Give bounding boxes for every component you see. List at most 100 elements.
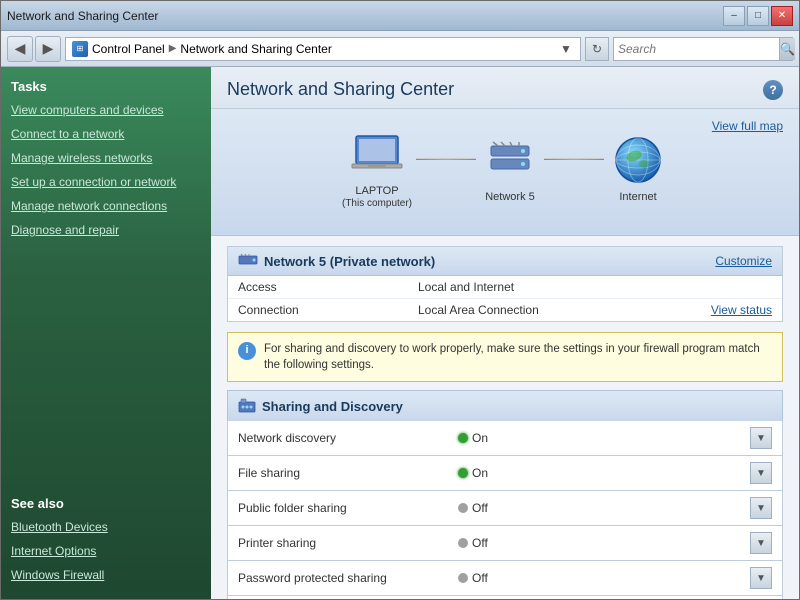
help-button[interactable]: ? <box>763 80 783 100</box>
content-header: Network and Sharing Center ? <box>211 67 799 109</box>
sidebar-link-diagnose[interactable]: Diagnose and repair <box>1 218 211 242</box>
sharing-row: File sharing On ▼ <box>227 456 783 491</box>
nav-buttons: ◀ ▶ <box>7 36 61 62</box>
info-text: For sharing and discovery to work proper… <box>264 341 772 373</box>
connector-1 <box>416 158 476 160</box>
sharing-status-text: On <box>472 431 488 445</box>
network-connection-row: Connection Local Area Connection View st… <box>228 299 782 321</box>
sharing-title: Sharing and Discovery <box>262 399 403 414</box>
sidebar-link-wireless[interactable]: Manage wireless networks <box>1 146 211 170</box>
sharing-expand-button[interactable]: ▼ <box>750 567 772 589</box>
sharing-status-text: Off <box>472 571 488 585</box>
sharing-row: Media sharing Off ▼ <box>227 596 783 599</box>
content-area: Network and Sharing Center ? View full m… <box>211 67 799 599</box>
sharing-expand-button[interactable]: ▼ <box>750 532 772 554</box>
sharing-row: Network discovery On ▼ <box>227 421 783 456</box>
path-current: Network and Sharing Center <box>180 42 331 56</box>
connector-2 <box>544 158 604 160</box>
sharing-rows: Network discovery On ▼ File sharing On ▼… <box>227 421 783 599</box>
sharing-row-label: File sharing <box>238 466 458 480</box>
connector-line-1 <box>416 158 476 160</box>
network-panel: Network 5 (Private network) Customize Ac… <box>227 246 783 322</box>
sidebar-link-internet-options[interactable]: Internet Options <box>1 539 211 563</box>
laptop-svg <box>350 132 404 176</box>
title-bar-left: Network and Sharing Center <box>7 9 158 23</box>
sharing-row-status: Off <box>458 571 750 585</box>
laptop-node: LAPTOP(This computer) <box>342 129 412 209</box>
laptop-icon <box>347 129 407 179</box>
sidebar-link-setup[interactable]: Set up a connection or network <box>1 170 211 194</box>
network-panel-header: Network 5 (Private network) Customize <box>228 247 782 276</box>
sidebar-link-connect[interactable]: Connect to a network <box>1 122 211 146</box>
close-button[interactable]: ✕ <box>771 6 793 26</box>
sharing-row-label: Public folder sharing <box>238 501 458 515</box>
sharing-row-status: Off <box>458 536 750 550</box>
sharing-row: Password protected sharing Off ▼ <box>227 561 783 596</box>
maximize-button[interactable]: □ <box>747 6 769 26</box>
connector-line-2 <box>544 158 604 160</box>
main-window: Network and Sharing Center – □ ✕ ◀ ▶ ⊞ C… <box>0 0 800 600</box>
hub-svg <box>483 138 537 182</box>
page-title: Network and Sharing Center <box>227 79 454 100</box>
status-dot <box>458 573 468 583</box>
network-panel-icon <box>238 253 258 269</box>
globe-svg <box>614 136 662 184</box>
sidebar: Tasks View computers and devices Connect… <box>1 67 211 599</box>
path-dropdown-icon[interactable]: ▼ <box>558 38 574 60</box>
status-dot <box>458 503 468 513</box>
connection-label: Connection <box>238 303 418 317</box>
sharing-expand-button[interactable]: ▼ <box>750 427 772 449</box>
sidebar-link-firewall[interactable]: Windows Firewall <box>1 563 211 587</box>
sharing-row-status: On <box>458 466 750 480</box>
sharing-status-text: Off <box>472 536 488 550</box>
sharing-row-status: Off <box>458 501 750 515</box>
back-button[interactable]: ◀ <box>7 36 33 62</box>
path-root: Control Panel <box>92 42 165 56</box>
forward-button[interactable]: ▶ <box>35 36 61 62</box>
content-body: View full map <box>211 109 799 599</box>
status-dot <box>458 538 468 548</box>
customize-link[interactable]: Customize <box>715 254 772 268</box>
window-title: Network and Sharing Center <box>7 9 158 23</box>
search-input[interactable] <box>614 42 779 56</box>
laptop-label: LAPTOP(This computer) <box>342 185 412 209</box>
sharing-row-status: On <box>458 431 750 445</box>
path-separator1: ▶ <box>169 43 177 54</box>
see-also-title: See also <box>1 484 211 515</box>
globe-icon <box>608 135 668 185</box>
address-path[interactable]: ⊞ Control Panel ▶ Network and Sharing Ce… <box>65 37 581 61</box>
status-dot <box>458 468 468 478</box>
sharing-row: Printer sharing Off ▼ <box>227 526 783 561</box>
search-button[interactable]: 🔍 <box>779 38 795 60</box>
network-diagram: LAPTOP(This computer) <box>227 119 783 219</box>
sidebar-link-manage[interactable]: Manage network connections <box>1 194 211 218</box>
sidebar-spacer <box>1 242 211 484</box>
sharing-status-text: On <box>472 466 488 480</box>
tasks-title: Tasks <box>1 67 211 98</box>
access-value: Local and Internet <box>418 280 772 294</box>
access-label: Access <box>238 280 418 294</box>
sharing-expand-button[interactable]: ▼ <box>750 462 772 484</box>
view-status-link[interactable]: View status <box>711 303 772 317</box>
connection-value: Local Area Connection <box>418 303 711 317</box>
sharing-row-label: Printer sharing <box>238 536 458 550</box>
main-content: Tasks View computers and devices Connect… <box>1 67 799 599</box>
network-panel-name: Network 5 (Private network) <box>264 254 435 269</box>
sharing-expand-button[interactable]: ▼ <box>750 497 772 519</box>
sidebar-link-bluetooth[interactable]: Bluetooth Devices <box>1 515 211 539</box>
internet-node: Internet <box>608 135 668 203</box>
sharing-row: Public folder sharing Off ▼ <box>227 491 783 526</box>
search-box: 🔍 <box>613 37 793 61</box>
title-bar: Network and Sharing Center – □ ✕ <box>1 1 799 31</box>
view-full-map-link[interactable]: View full map <box>712 119 783 133</box>
sidebar-link-view-computers[interactable]: View computers and devices <box>1 98 211 122</box>
minimize-button[interactable]: – <box>723 6 745 26</box>
sharing-row-label: Network discovery <box>238 431 458 445</box>
address-bar: ◀ ▶ ⊞ Control Panel ▶ Network and Sharin… <box>1 31 799 67</box>
path-icon: ⊞ <box>72 41 88 57</box>
refresh-button[interactable]: ↻ <box>585 37 609 61</box>
info-icon: i <box>238 342 256 360</box>
sharing-status-text: Off <box>472 501 488 515</box>
sharing-row-label: Password protected sharing <box>238 571 458 585</box>
window-controls: – □ ✕ <box>723 6 793 26</box>
